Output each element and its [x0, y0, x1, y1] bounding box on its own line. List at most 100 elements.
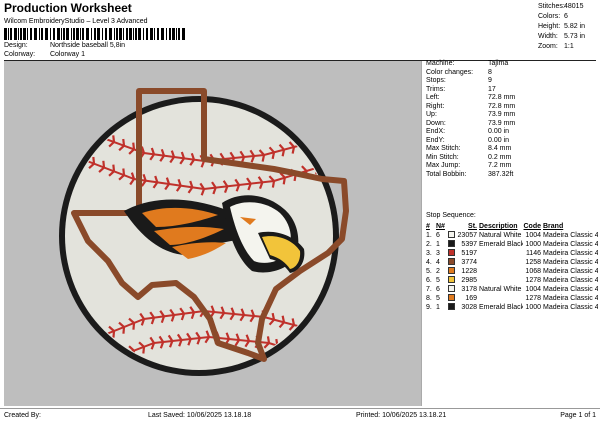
- machine-row: Stops: 9: [426, 77, 596, 86]
- last-saved: Last Saved: 10/06/2025 13.18.18: [148, 412, 252, 419]
- barcode-bar: [135, 28, 137, 40]
- machine-row: Min Stitch: 0.2 mm: [426, 154, 596, 163]
- machine-row: Up: 73.9 mm: [426, 111, 596, 120]
- machine-label: Machine:: [426, 60, 455, 67]
- machine-label: Trims:: [426, 85, 446, 93]
- stop-needle: 2: [436, 268, 440, 275]
- machine-value: 0.2 mm: [488, 153, 512, 161]
- colorway-value: Colorway 1: [49, 51, 85, 58]
- stop-brand: Madeira Classic 40: [543, 304, 598, 311]
- stat-value: 1:1: [564, 43, 574, 50]
- machine-label: Min Stitch:: [426, 153, 459, 161]
- barcode-bar: [41, 28, 43, 40]
- machine-label: Right:: [426, 102, 445, 110]
- machine-value: 17: [488, 85, 496, 93]
- stop-needle: 5: [436, 295, 440, 302]
- stop-needle: 4: [436, 259, 440, 266]
- stat-zoom: Zoom: 1:1: [538, 42, 596, 52]
- col-num: #: [426, 223, 430, 230]
- stop-code: 1000: [525, 241, 541, 248]
- barcode-bar: [176, 28, 177, 40]
- barcode-bar: [105, 28, 107, 40]
- stat-label: Zoom:: [538, 43, 558, 50]
- machine-label: Down:: [426, 119, 446, 127]
- stat-value: 5.73 in: [564, 33, 586, 40]
- seam-stitch: [322, 158, 330, 172]
- barcode-bar: [123, 28, 124, 40]
- seam-stitch: [98, 356, 106, 369]
- seam-stitch: [288, 344, 296, 357]
- machine-value: 387.32ft: [488, 170, 514, 178]
- swatch-box: [448, 293, 455, 301]
- barcode-bar: [73, 28, 75, 40]
- stat-height: Height: 5.82 in: [538, 22, 596, 32]
- barcode-bar: [4, 28, 7, 40]
- machine-label: EndX:: [426, 128, 446, 135]
- stop-stitches: 169: [465, 295, 477, 302]
- machine-row: EndY: 0.00 in: [426, 137, 596, 146]
- machine-value: 9: [488, 77, 492, 84]
- barcode-bar: [102, 28, 103, 40]
- seam-stitch: [308, 135, 316, 149]
- swatch-box: [448, 275, 455, 283]
- barcode-bar: [169, 28, 171, 40]
- design-preview[interactable]: [4, 61, 422, 406]
- stat-stitches: Stitches: 48015: [538, 2, 596, 12]
- stop-brand: Madeira Classic 40: [543, 268, 598, 275]
- barcode-bar: [50, 28, 51, 40]
- stop-sequence-table: # N# St. Description Code Brand 1. 6 23057…: [426, 222, 598, 312]
- machine-value: 72.8 mm: [488, 102, 516, 110]
- seam-stitch: [78, 124, 86, 137]
- machine-label: Max Jump:: [426, 162, 461, 169]
- stop-needle: 5: [436, 277, 440, 284]
- stop-description: Emerald Black: [479, 304, 523, 311]
- barcode-bar: [116, 28, 118, 40]
- seam-stitch: [88, 333, 96, 346]
- barcode-bar: [109, 28, 112, 40]
- stop-stitches: 3028: [461, 304, 477, 311]
- stop-stitches: 2985: [461, 277, 477, 284]
- footer-divider: [0, 408, 600, 409]
- seam-stitch: [88, 360, 96, 369]
- stop-num: 9.: [426, 304, 432, 311]
- machine-value: 73.9 mm: [488, 111, 516, 118]
- stop-sequence-title: Stop Sequence:: [426, 212, 476, 219]
- seam-stitch: [296, 346, 304, 360]
- software-name: Wilcom EmbroideryStudio – Level 3 Advanc…: [4, 18, 148, 25]
- machine-value: Tajima: [488, 60, 509, 67]
- stop-stitches: 23057: [457, 232, 477, 239]
- machine-label: Left:: [426, 94, 440, 101]
- stop-needle: 1: [436, 241, 440, 248]
- seam-stitch: [88, 127, 96, 141]
- stop-code: 1278: [525, 295, 541, 302]
- stop-needle: 6: [436, 232, 440, 239]
- stop-code: 1000: [525, 304, 541, 311]
- color-swatch: [448, 302, 457, 313]
- stop-description: Emerald Black: [479, 241, 523, 248]
- stat-colors: Colors: 6: [538, 12, 596, 22]
- machine-value: 7.2 mm: [488, 162, 512, 169]
- machine-row: Trims: 17: [426, 86, 596, 95]
- machine-row: Down: 73.9 mm: [426, 120, 596, 129]
- stop-stitches: 1228: [461, 268, 477, 275]
- stop-stitches: 3774: [461, 259, 477, 266]
- barcode-bar: [161, 28, 164, 40]
- barcode-bar: [86, 28, 89, 40]
- machine-value: 0.00 in: [488, 136, 510, 144]
- seam-stitch: [78, 337, 86, 350]
- stop-brand: Madeira Classic 40: [543, 286, 598, 293]
- stat-label: Stitches:: [538, 3, 565, 10]
- barcode-bar: [76, 28, 79, 40]
- machine-row: Max Stitch: 8.4 mm: [426, 145, 596, 154]
- machine-value: 8: [488, 68, 492, 76]
- barcode-bar: [63, 28, 65, 40]
- stop-code: 1278: [525, 277, 541, 284]
- seam-stitch: [305, 349, 312, 362]
- machine-label: Max Stitch:: [426, 145, 461, 152]
- barcode-bar: [94, 28, 96, 40]
- col-code: Code: [523, 223, 542, 230]
- barcode-bar: [143, 28, 144, 40]
- machine-row: Color changes: 8: [426, 69, 596, 78]
- stop-description: Natural White: [479, 286, 522, 293]
- stop-brand: Madeira Classic 40: [543, 250, 598, 257]
